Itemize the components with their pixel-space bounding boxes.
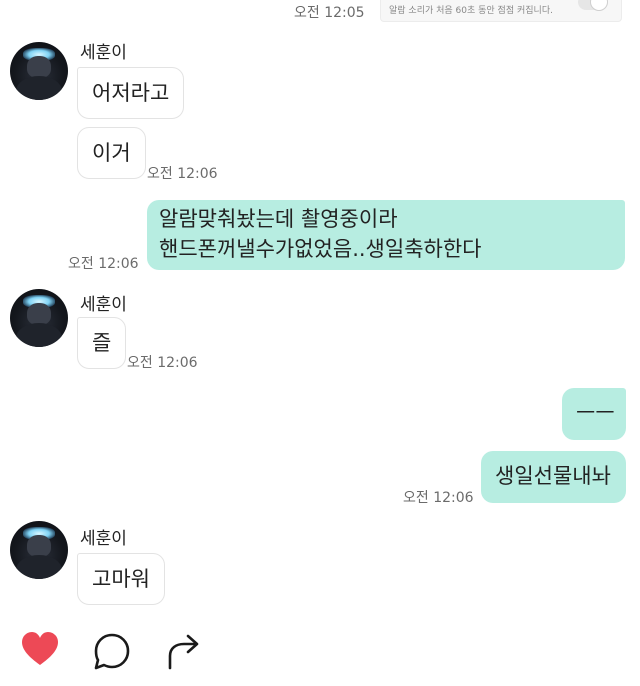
message-line: 알람맞춰놨는데 촬영중이라 — [159, 207, 398, 231]
my-message-bubble[interactable]: ㅡㅡ — [562, 388, 626, 440]
avatar[interactable] — [10, 521, 68, 579]
sender-name: 세훈이 — [80, 295, 127, 315]
message-time: 오전 12:06 — [147, 166, 218, 182]
sender-name: 세훈이 — [80, 529, 127, 549]
message-time: 오전 12:06 — [403, 490, 474, 506]
message-time: 오전 12:06 — [127, 355, 198, 371]
share-icon — [168, 634, 199, 670]
my-message-bubble[interactable]: 알람맞춰놨는데 촬영중이라 핸드폰꺼낼수가없었음..생일축하한다 — [147, 200, 625, 270]
sender-name: 세훈이 — [80, 43, 127, 63]
message-bubble[interactable]: 어저라고 — [77, 67, 185, 119]
message-bubble[interactable]: 이거 — [77, 127, 146, 179]
message-line: 핸드폰꺼낼수가없었음..생일축하한다 — [159, 237, 482, 261]
share-button[interactable] — [164, 632, 204, 672]
like-button[interactable] — [20, 630, 60, 670]
comment-icon — [94, 633, 130, 670]
heart-icon — [22, 632, 58, 665]
comment-button[interactable] — [92, 632, 132, 672]
message-time: 오전 12:06 — [68, 256, 139, 272]
message-bubble[interactable]: 고마워 — [77, 553, 165, 605]
avatar[interactable] — [10, 42, 68, 100]
alarm-notice-text: 알람 소리가 처음 60초 동안 점점 커집니다. — [389, 6, 553, 16]
alarm-toggle[interactable] — [578, 0, 608, 11]
avatar[interactable] — [10, 289, 68, 347]
timestamp: 오전 12:05 — [294, 5, 365, 21]
my-message-bubble[interactable]: 생일선물내놔 — [481, 451, 626, 503]
message-bubble[interactable]: 즐 — [77, 317, 127, 369]
